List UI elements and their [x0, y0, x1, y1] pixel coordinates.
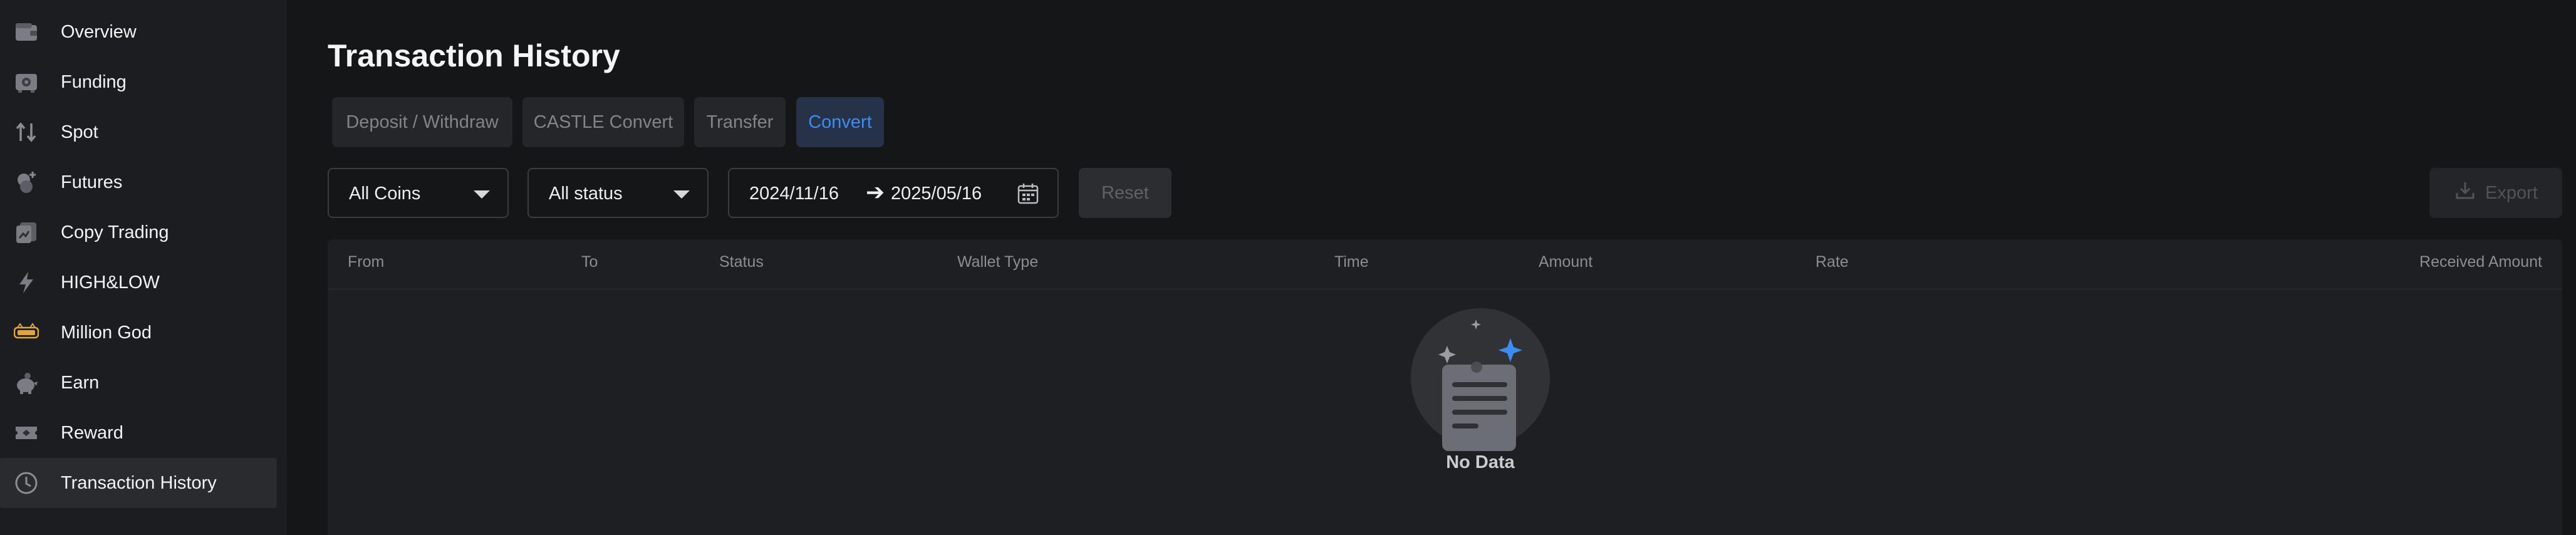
- sidebar-item-reward[interactable]: Reward: [0, 408, 277, 458]
- sidebar-item-spot[interactable]: Spot: [0, 107, 277, 157]
- column-header-received-amount: Received Amount: [2419, 253, 2542, 271]
- sidebar-item-label: Million God: [61, 322, 152, 343]
- sidebar-item-overview[interactable]: Overview: [0, 7, 277, 57]
- page-title: Transaction History: [328, 38, 620, 73]
- sidebar-item-futures[interactable]: Futures: [0, 157, 277, 207]
- lightning-icon: [13, 269, 40, 296]
- sidebar-item-label: Copy Trading: [61, 222, 169, 242]
- date-range-picker[interactable]: 2024/11/16 ➔ 2025/05/16: [728, 168, 1059, 218]
- sidebar-item-label: Futures: [61, 172, 123, 192]
- calendar-icon[interactable]: [1016, 182, 1040, 205]
- column-header-to: To: [581, 253, 598, 271]
- status-select-value: All status: [549, 184, 623, 204]
- sidebar-item-copy-trading[interactable]: Copy Trading: [0, 207, 277, 257]
- piggy-bank-icon: [13, 369, 40, 397]
- swap-arrows-icon: [13, 118, 40, 146]
- arrow-right-icon: ➔: [866, 179, 885, 205]
- sidebar-item-transaction-history[interactable]: Transaction History: [0, 458, 277, 508]
- sidebar-item-high-low[interactable]: HIGH&LOW: [0, 257, 277, 308]
- tab-castle-convert[interactable]: CASTLE Convert: [522, 97, 684, 147]
- tab-transfer[interactable]: Transfer: [694, 97, 786, 147]
- safe-icon: [13, 68, 40, 96]
- copy-trading-icon: [13, 219, 40, 246]
- coin-select[interactable]: All Coins: [328, 168, 509, 218]
- column-header-status: Status: [719, 253, 764, 271]
- sidebar: Overview Funding Spot Futures Copy Tradi…: [0, 0, 287, 535]
- clock-icon: [13, 469, 40, 497]
- download-icon: [2454, 179, 2476, 207]
- sidebar-item-label: Transaction History: [61, 472, 217, 493]
- tab-deposit-withdraw[interactable]: Deposit / Withdraw: [332, 97, 512, 147]
- reset-button[interactable]: Reset: [1079, 168, 1171, 218]
- tab-convert[interactable]: Convert: [796, 97, 884, 147]
- column-header-wallet-type: Wallet Type: [957, 253, 1039, 271]
- column-header-rate: Rate: [1815, 253, 1849, 271]
- ticket-icon: [13, 419, 40, 447]
- main-content: Transaction History Deposit / Withdraw C…: [287, 0, 2576, 535]
- transaction-table: From To Status Wallet Type Time Amount R…: [328, 239, 2562, 535]
- sidebar-item-label: Spot: [61, 122, 98, 142]
- empty-clipboard-icon: [1438, 319, 1522, 451]
- coins-plus-icon: [13, 169, 40, 196]
- sidebar-item-label: Earn: [61, 372, 100, 393]
- sidebar-item-million-god[interactable]: Million God: [0, 308, 277, 358]
- million-god-logo-icon: [13, 319, 40, 346]
- empty-state-text: No Data: [1446, 452, 1515, 472]
- sidebar-item-label: Reward: [61, 422, 123, 443]
- sidebar-item-label: Funding: [61, 71, 127, 92]
- export-label: Export: [2485, 182, 2538, 203]
- empty-state: No Data: [1407, 308, 1554, 472]
- sidebar-item-funding[interactable]: Funding: [0, 57, 277, 107]
- column-header-time: Time: [1334, 253, 1369, 271]
- table-header: From To Status Wallet Type Time Amount R…: [328, 239, 2562, 289]
- status-select[interactable]: All status: [527, 168, 709, 218]
- date-from[interactable]: 2024/11/16: [749, 184, 839, 204]
- column-header-amount: Amount: [1539, 253, 1593, 271]
- caret-down-icon: [474, 190, 490, 199]
- sidebar-item-earn[interactable]: Earn: [0, 358, 277, 408]
- date-to[interactable]: 2025/05/16: [891, 184, 982, 204]
- sidebar-item-label: Overview: [61, 21, 137, 42]
- coin-select-value: All Coins: [349, 184, 421, 204]
- sidebar-item-label: HIGH&LOW: [61, 272, 160, 293]
- caret-down-icon: [673, 190, 690, 199]
- export-button[interactable]: Export: [2429, 168, 2562, 218]
- wallet-icon: [13, 18, 40, 46]
- column-header-from: From: [348, 253, 385, 271]
